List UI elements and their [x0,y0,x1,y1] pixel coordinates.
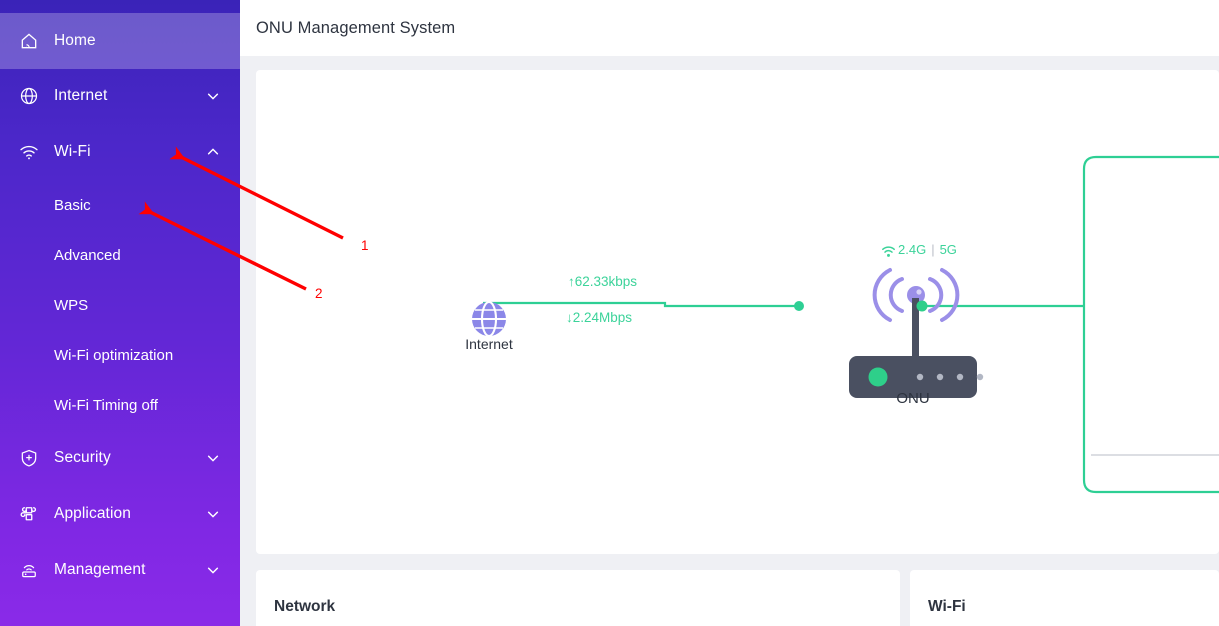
sidebar-item-home[interactable]: Home [0,13,240,69]
band-5g-label: 5G [939,242,957,257]
sidebar-subitem-wifi-optimization[interactable]: Wi-Fi optimization [0,335,240,375]
wifi-card-title: Wi-Fi [928,598,966,615]
wifi-icon [18,141,40,163]
chevron-down-icon[interactable] [206,89,220,103]
sidebar-subitem-label: Wi-Fi Timing off [54,396,158,414]
sidebar: Home Internet Wi-Fi Basic Advanced WPS W… [0,0,240,626]
router-icon [18,559,40,581]
link-internet-onu [483,301,799,308]
chevron-up-icon[interactable] [206,145,220,159]
globe-icon [18,85,40,107]
onu-node-label: ONU [896,390,930,407]
sidebar-subitem-label: Wi-Fi optimization [54,346,174,364]
network-card: Network [256,570,900,626]
chevron-down-icon[interactable] [206,507,220,521]
network-card-title: Network [274,598,336,615]
home-icon [18,30,40,52]
sidebar-item-label: Management [54,561,146,578]
onu-device-icon [849,268,984,398]
page-title: ONU Management System [256,18,456,37]
app-header: ONU Management System [240,0,1219,56]
link-endpoint-dot [794,301,804,311]
shield-icon [18,447,40,469]
topology-card: Internet ONU ↑62.33kbps ↓2.24Mbps 2.4G |… [256,70,1219,554]
network-topology-diagram [472,155,1219,494]
internet-node-label: Internet [465,336,513,352]
client-bracket [1082,155,1219,494]
sidebar-subitem-label: WPS [54,296,89,314]
sidebar-item-label: Wi-Fi [54,143,91,160]
sidebar-item-label: Application [54,505,131,522]
upload-speed-label: ↑62.33kbps [568,274,638,289]
wifi-band-label: 2.4G | 5G [898,242,957,257]
sidebar-item-label: Internet [54,87,108,104]
chevron-down-icon[interactable] [206,451,220,465]
download-speed-label: ↓2.24Mbps [566,310,633,325]
sidebar-item-internet[interactable]: Internet [0,68,240,124]
internet-globe-icon [472,300,506,338]
sidebar-subitem-wifi-timing-off[interactable]: Wi-Fi Timing off [0,385,240,425]
annotation-number-1: 1 [361,238,369,253]
main-content: Internet ONU ↑62.33kbps ↓2.24Mbps 2.4G |… [240,56,1219,626]
chevron-down-icon[interactable] [206,563,220,577]
band-separator: | [931,242,935,257]
sidebar-subitem-wps[interactable]: WPS [0,285,240,325]
sidebar-item-security[interactable]: Security [0,430,240,486]
wifi-card: Wi-Fi [910,570,1219,626]
sidebar-subitem-label: Advanced [54,246,121,264]
sidebar-subitem-label: Basic [54,196,91,214]
apps-icon [18,503,40,525]
band-wifi-icon [882,246,895,257]
sidebar-item-wifi[interactable]: Wi-Fi [0,124,240,180]
band-24g-label: 2.4G [898,242,927,257]
sidebar-subitem-advanced[interactable]: Advanced [0,235,240,275]
sidebar-item-label: Security [54,449,111,466]
sidebar-item-label: Home [54,32,96,49]
sidebar-item-management[interactable]: Management [0,542,240,598]
sidebar-subitem-basic[interactable]: Basic [0,185,240,225]
annotation-number-2: 2 [315,286,323,301]
sidebar-item-application[interactable]: Application [0,486,240,542]
